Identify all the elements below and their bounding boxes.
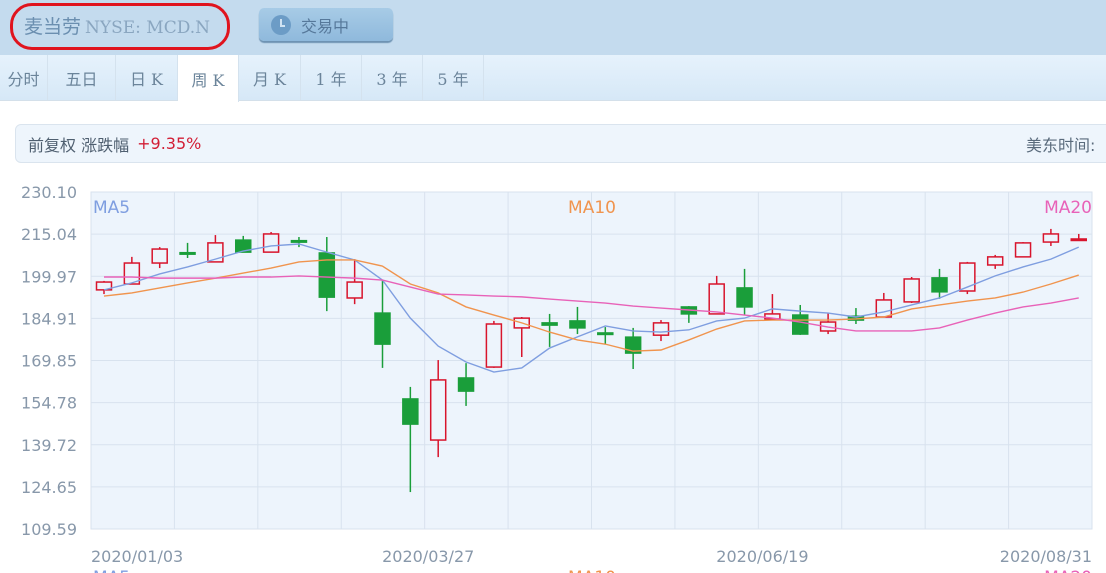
candle-body: [903, 278, 920, 303]
candle-body: [346, 281, 363, 299]
candle-body: [875, 299, 893, 318]
change-value: +9.35%: [137, 134, 202, 153]
x-tick-label: 2020/01/03: [91, 547, 183, 566]
y-tick-label: 169.85: [21, 352, 77, 371]
tab-3-year[interactable]: 3 年: [362, 55, 423, 100]
eastern-time-label: 美东时间:: [1026, 135, 1096, 155]
candle-body: [1070, 238, 1087, 242]
candle-body: [569, 320, 586, 329]
candle-body: [792, 314, 809, 335]
legend-ma10: MA10: [568, 198, 616, 218]
candle: [485, 320, 503, 368]
candle-body: [457, 377, 475, 392]
trading-status-label: 交易中: [301, 16, 350, 36]
header-bar: 麦当劳 NYSE: MCD.N 交易中: [0, 0, 1106, 55]
legend-bottom-ma10: MA10: [568, 568, 616, 573]
y-tick-label: 109.59: [21, 520, 77, 539]
candle-body: [986, 256, 1004, 266]
x-tick-label: 2020/08/31: [1000, 547, 1092, 566]
tab-intraday[interactable]: 分时: [0, 55, 48, 100]
adjust-mode[interactable]: 前复权: [28, 132, 76, 156]
candle-body: [597, 332, 614, 336]
candle-body: [402, 398, 419, 425]
candle-body: [652, 322, 670, 336]
candle-body: [179, 251, 196, 255]
candle: [1014, 242, 1032, 258]
highlight-annotation: [10, 3, 230, 50]
x-tick-label: 2020/06/19: [716, 547, 808, 566]
info-bar: 前复权 涨跌幅 +9.35% 美东时间:: [15, 124, 1106, 163]
candle-body: [374, 312, 391, 345]
x-tick-label: 2020/03/27: [382, 547, 474, 566]
y-tick-label: 124.65: [21, 478, 77, 497]
candle: [262, 231, 280, 253]
candle-body: [290, 239, 308, 243]
legend-bottom-ma20: MA20: [1044, 568, 1092, 573]
legend-ma20: MA20: [1044, 198, 1092, 218]
candle-body: [262, 233, 280, 253]
tab-1-year[interactable]: 1 年: [301, 55, 362, 100]
candle-body: [1042, 233, 1060, 243]
y-tick-label: 215.04: [21, 225, 77, 244]
candle-body: [485, 323, 503, 368]
candle: [903, 277, 920, 304]
candle-body: [1014, 242, 1032, 258]
change-label: 涨跌幅: [81, 135, 130, 155]
tab-five-day[interactable]: 五日: [48, 55, 116, 100]
tab-5-year[interactable]: 5 年: [423, 55, 484, 100]
y-tick-label: 199.97: [21, 267, 77, 286]
tab-weekly-k[interactable]: 周 K: [178, 55, 239, 102]
y-tick-label: 230.10: [21, 183, 77, 202]
trading-status-button[interactable]: 交易中: [259, 8, 393, 41]
candlestick-chart[interactable]: 230.10 215.04 199.97 184.91 169.85 154.78 139.…: [0, 170, 1106, 573]
clock-icon: [271, 14, 291, 35]
candle-body: [151, 248, 168, 264]
period-tabs: 分时 五日 日 K 周 K 月 K 1 年 3 年 5 年: [0, 55, 1106, 102]
y-tick-label: 184.91: [21, 309, 77, 328]
legend-bottom-ma5: MA5: [93, 568, 130, 573]
legend-ma5: MA5: [93, 198, 130, 218]
candle-body: [429, 379, 447, 441]
tab-monthly-k[interactable]: 月 K: [239, 55, 301, 100]
y-tick-label: 154.78: [21, 394, 77, 413]
tab-daily-k[interactable]: 日 K: [116, 55, 178, 100]
candle-body: [708, 283, 725, 315]
candle-body: [931, 277, 948, 293]
candle-body: [736, 287, 753, 308]
candle-body: [541, 322, 558, 326]
y-tick-label: 139.72: [21, 436, 77, 455]
